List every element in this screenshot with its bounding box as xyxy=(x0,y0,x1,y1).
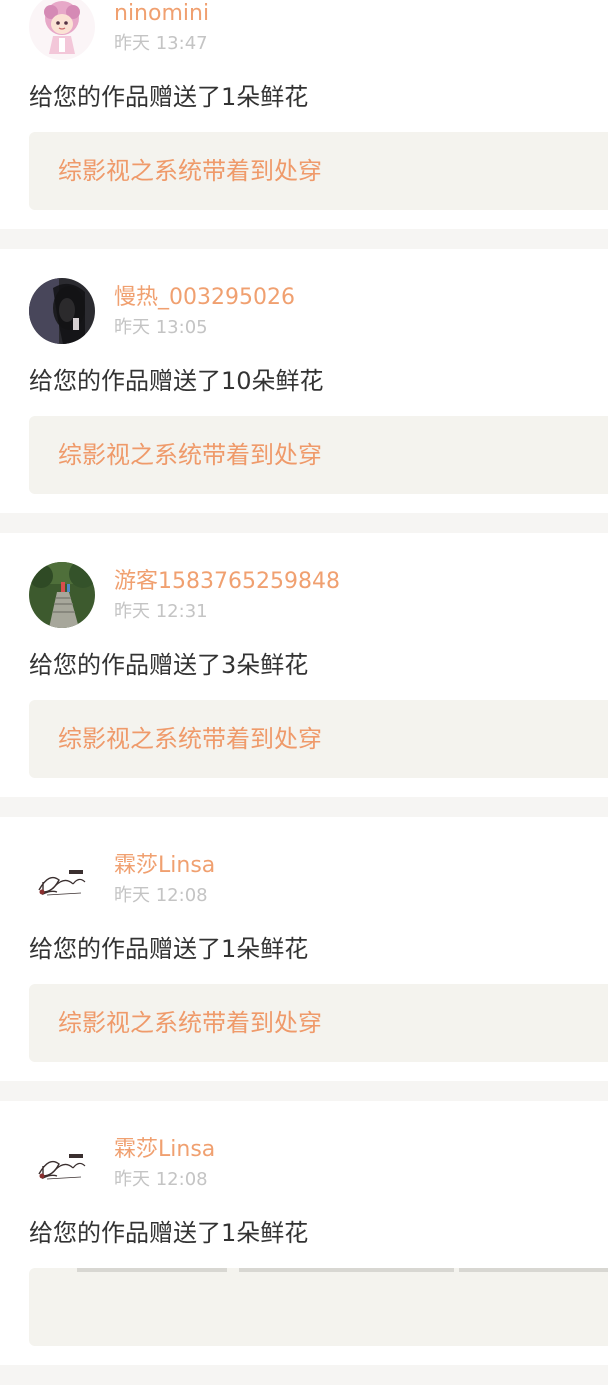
work-link[interactable]: 综影视之系统带着到处穿 xyxy=(29,984,608,1062)
timestamp: 昨天 12:08 xyxy=(114,885,208,906)
username[interactable]: 游客1583765259848 xyxy=(114,568,340,596)
work-preview-divider xyxy=(239,1268,454,1272)
username[interactable]: 慢热_003295026 xyxy=(114,284,295,312)
notification-card: 游客1583765259848 昨天 12:31 给您的作品赠送了3朵鲜花 综影… xyxy=(0,533,608,797)
timestamp: 昨天 12:31 xyxy=(114,601,208,622)
gift-message: 给您的作品赠送了1朵鲜花 xyxy=(29,1219,309,1247)
notification-card: 慢热_003295026 昨天 13:05 给您的作品赠送了10朵鲜花 综影视之… xyxy=(0,249,608,513)
username[interactable]: ninomini xyxy=(114,0,209,28)
work-preview-divider xyxy=(459,1268,608,1272)
gift-message: 给您的作品赠送了3朵鲜花 xyxy=(29,651,309,679)
avatar[interactable] xyxy=(29,278,95,344)
username[interactable]: 霖莎Linsa xyxy=(114,852,215,880)
notification-card: 霖莎Linsa 昨天 12:08 给您的作品赠送了1朵鲜花 xyxy=(0,1101,608,1365)
gift-message: 给您的作品赠送了10朵鲜花 xyxy=(29,367,324,395)
work-link[interactable]: 综影视之系统带着到处穿 xyxy=(29,416,608,494)
gift-message: 给您的作品赠送了1朵鲜花 xyxy=(29,83,309,111)
linsa-logo-avatar-icon xyxy=(29,846,95,912)
notification-feed: ninomini 昨天 13:47 给您的作品赠送了1朵鲜花 综影视之系统带着到… xyxy=(0,0,608,1385)
work-link[interactable]: 综影视之系统带着到处穿 xyxy=(29,700,608,778)
avatar[interactable] xyxy=(29,846,95,912)
avatar[interactable] xyxy=(29,1130,95,1196)
dark-portrait-avatar-icon xyxy=(29,278,95,344)
timestamp: 昨天 13:05 xyxy=(114,317,208,338)
timestamp: 昨天 12:08 xyxy=(114,1169,208,1190)
timestamp: 昨天 13:47 xyxy=(114,33,208,54)
cartoon-girl-avatar-icon xyxy=(29,0,95,60)
linsa-logo-avatar-icon xyxy=(29,1130,95,1196)
gift-message: 给您的作品赠送了1朵鲜花 xyxy=(29,935,309,963)
work-preview-divider xyxy=(77,1268,227,1272)
username[interactable]: 霖莎Linsa xyxy=(114,1136,215,1164)
avatar[interactable] xyxy=(29,562,95,628)
avatar[interactable] xyxy=(29,0,95,60)
notification-card: ninomini 昨天 13:47 给您的作品赠送了1朵鲜花 综影视之系统带着到… xyxy=(0,0,608,229)
notification-card: 霖莎Linsa 昨天 12:08 给您的作品赠送了1朵鲜花 综影视之系统带着到处… xyxy=(0,817,608,1081)
forest-stairs-avatar-icon xyxy=(29,562,95,628)
work-link[interactable]: 综影视之系统带着到处穿 xyxy=(29,132,608,210)
